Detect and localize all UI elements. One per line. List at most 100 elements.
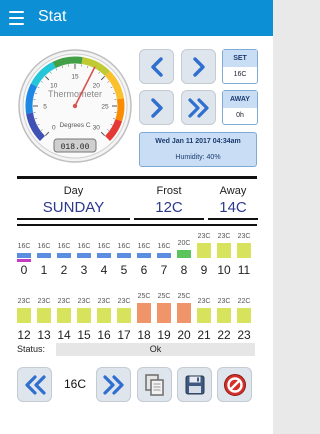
divider [17, 224, 257, 226]
day-value[interactable]: SUNDAY [17, 199, 130, 216]
frost-label: Frost [156, 185, 182, 197]
save-button[interactable] [177, 367, 212, 402]
slot-temp: 23C [217, 298, 231, 305]
datetime-text: Wed Jan 11 2017 04:34am [155, 138, 241, 145]
slot-bar [157, 253, 171, 258]
slot-temp: 23C [77, 298, 91, 305]
copy-button[interactable] [137, 367, 172, 402]
chevron-left-icon [150, 56, 163, 77]
slot-hour: 12 [17, 328, 31, 342]
slot-hour: 0 [20, 263, 28, 277]
slot-hour: 13 [37, 328, 51, 342]
temp-up-button[interactable] [181, 49, 216, 84]
cancel-button[interactable] [217, 367, 252, 402]
slot-bar [137, 303, 151, 323]
underline-frost [134, 218, 204, 220]
day-label: Day [63, 185, 84, 197]
frost-value[interactable]: 12C [134, 199, 204, 216]
status-label: Status: [17, 344, 46, 354]
slot-temp: 23C [37, 298, 51, 305]
slot-temp: 23C [97, 298, 111, 305]
slot-hour: 3 [80, 263, 88, 277]
double-chevron-right-icon [102, 374, 124, 395]
set-value: 16C [233, 71, 247, 79]
slot-hour: 1 [40, 263, 48, 277]
slot-hour: 4 [100, 263, 108, 277]
gauge-unit: Degrees C [59, 122, 90, 129]
slot-bar [17, 253, 31, 258]
slot-temp: 23C [237, 233, 251, 240]
set-panel: SET 16C [222, 49, 258, 84]
humidity-text: Humidity: 40% [175, 154, 221, 161]
away-caption: AWAY [223, 91, 257, 108]
slot-bar [77, 308, 91, 323]
slot-bar [217, 308, 231, 323]
away-value: 0h [236, 112, 244, 120]
slot-hour: 2 [60, 263, 68, 277]
chevron-right-icon [192, 56, 205, 77]
away-increase-button[interactable] [139, 90, 174, 125]
slot-hour: 23 [237, 328, 251, 342]
thermostat-app: Stat 0 5 10 15 20 25 30 Thermometer Degrees C … [0, 0, 273, 434]
app-title: Stat [38, 8, 67, 25]
away-panel: AWAY 0h [222, 90, 258, 125]
away-temp-value[interactable]: 14C [208, 199, 258, 216]
menu-icon[interactable] [9, 11, 24, 25]
slot-bar [77, 253, 91, 258]
slot-bar [37, 308, 51, 323]
slot-bar [157, 303, 171, 323]
slot-hour: 8 [180, 263, 188, 277]
gauge-tick-label: 15 [71, 74, 79, 81]
slot-bar [17, 308, 31, 323]
slot-temp: 16C [157, 243, 171, 250]
slot-bar [197, 243, 211, 258]
chevron-right-icon [150, 97, 163, 118]
slot-temp: 25C [157, 293, 171, 300]
gauge-tick-label: 25 [101, 104, 109, 111]
slot-temp: 23C [117, 298, 131, 305]
slot-temp: 16C [17, 243, 31, 250]
away-fast-increase-button[interactable] [181, 90, 216, 125]
boost-down-button[interactable] [17, 367, 52, 402]
gauge-title: Thermometer [48, 89, 102, 99]
slot-bar [177, 250, 191, 258]
slot-bar [57, 253, 71, 258]
slot-temp: 25C [177, 293, 191, 300]
slot-hour: 7 [160, 263, 168, 277]
slot-hour: 5 [120, 263, 128, 277]
slot-bar [37, 253, 51, 258]
slot-temp: 23C [217, 233, 231, 240]
boost-up-button[interactable] [96, 367, 131, 402]
gauge-tick-label: 0 [52, 125, 56, 132]
slot-temp: 23C [57, 298, 71, 305]
slot-hour: 9 [200, 263, 208, 277]
double-chevron-left-icon [24, 374, 46, 395]
datetime-panel: Wed Jan 11 2017 04:34am Humidity: 40% [139, 132, 257, 167]
underline-day [17, 218, 130, 220]
slot-temp: 25C [137, 293, 151, 300]
status-value: Ok [56, 343, 255, 356]
slot-hour: 14 [57, 328, 71, 342]
gauge-tick-label: 5 [43, 104, 47, 111]
slot-temp: 23C [197, 298, 211, 305]
slot-temp: 23C [197, 233, 211, 240]
slot-hour: 19 [157, 328, 171, 342]
slot-hour: 11 [237, 263, 251, 277]
slot-hour: 22 [217, 328, 231, 342]
gauge-reading: 018.00 [61, 143, 90, 152]
slot-bar [57, 308, 71, 323]
underline-away [208, 218, 258, 220]
slot-bar [117, 253, 131, 258]
temp-down-button[interactable] [139, 49, 174, 84]
slot-hour: 16 [97, 328, 111, 342]
app-bar: Stat [0, 0, 273, 36]
slot-bar [237, 308, 251, 323]
slot-hour: 17 [117, 328, 131, 342]
divider [17, 176, 257, 179]
slot-bar [97, 308, 111, 323]
slot-bar [97, 253, 111, 258]
slot-hour: 6 [140, 263, 148, 277]
slot-hour: 15 [77, 328, 91, 342]
floppy-disk-icon [185, 375, 204, 394]
no-entry-icon [223, 373, 246, 396]
